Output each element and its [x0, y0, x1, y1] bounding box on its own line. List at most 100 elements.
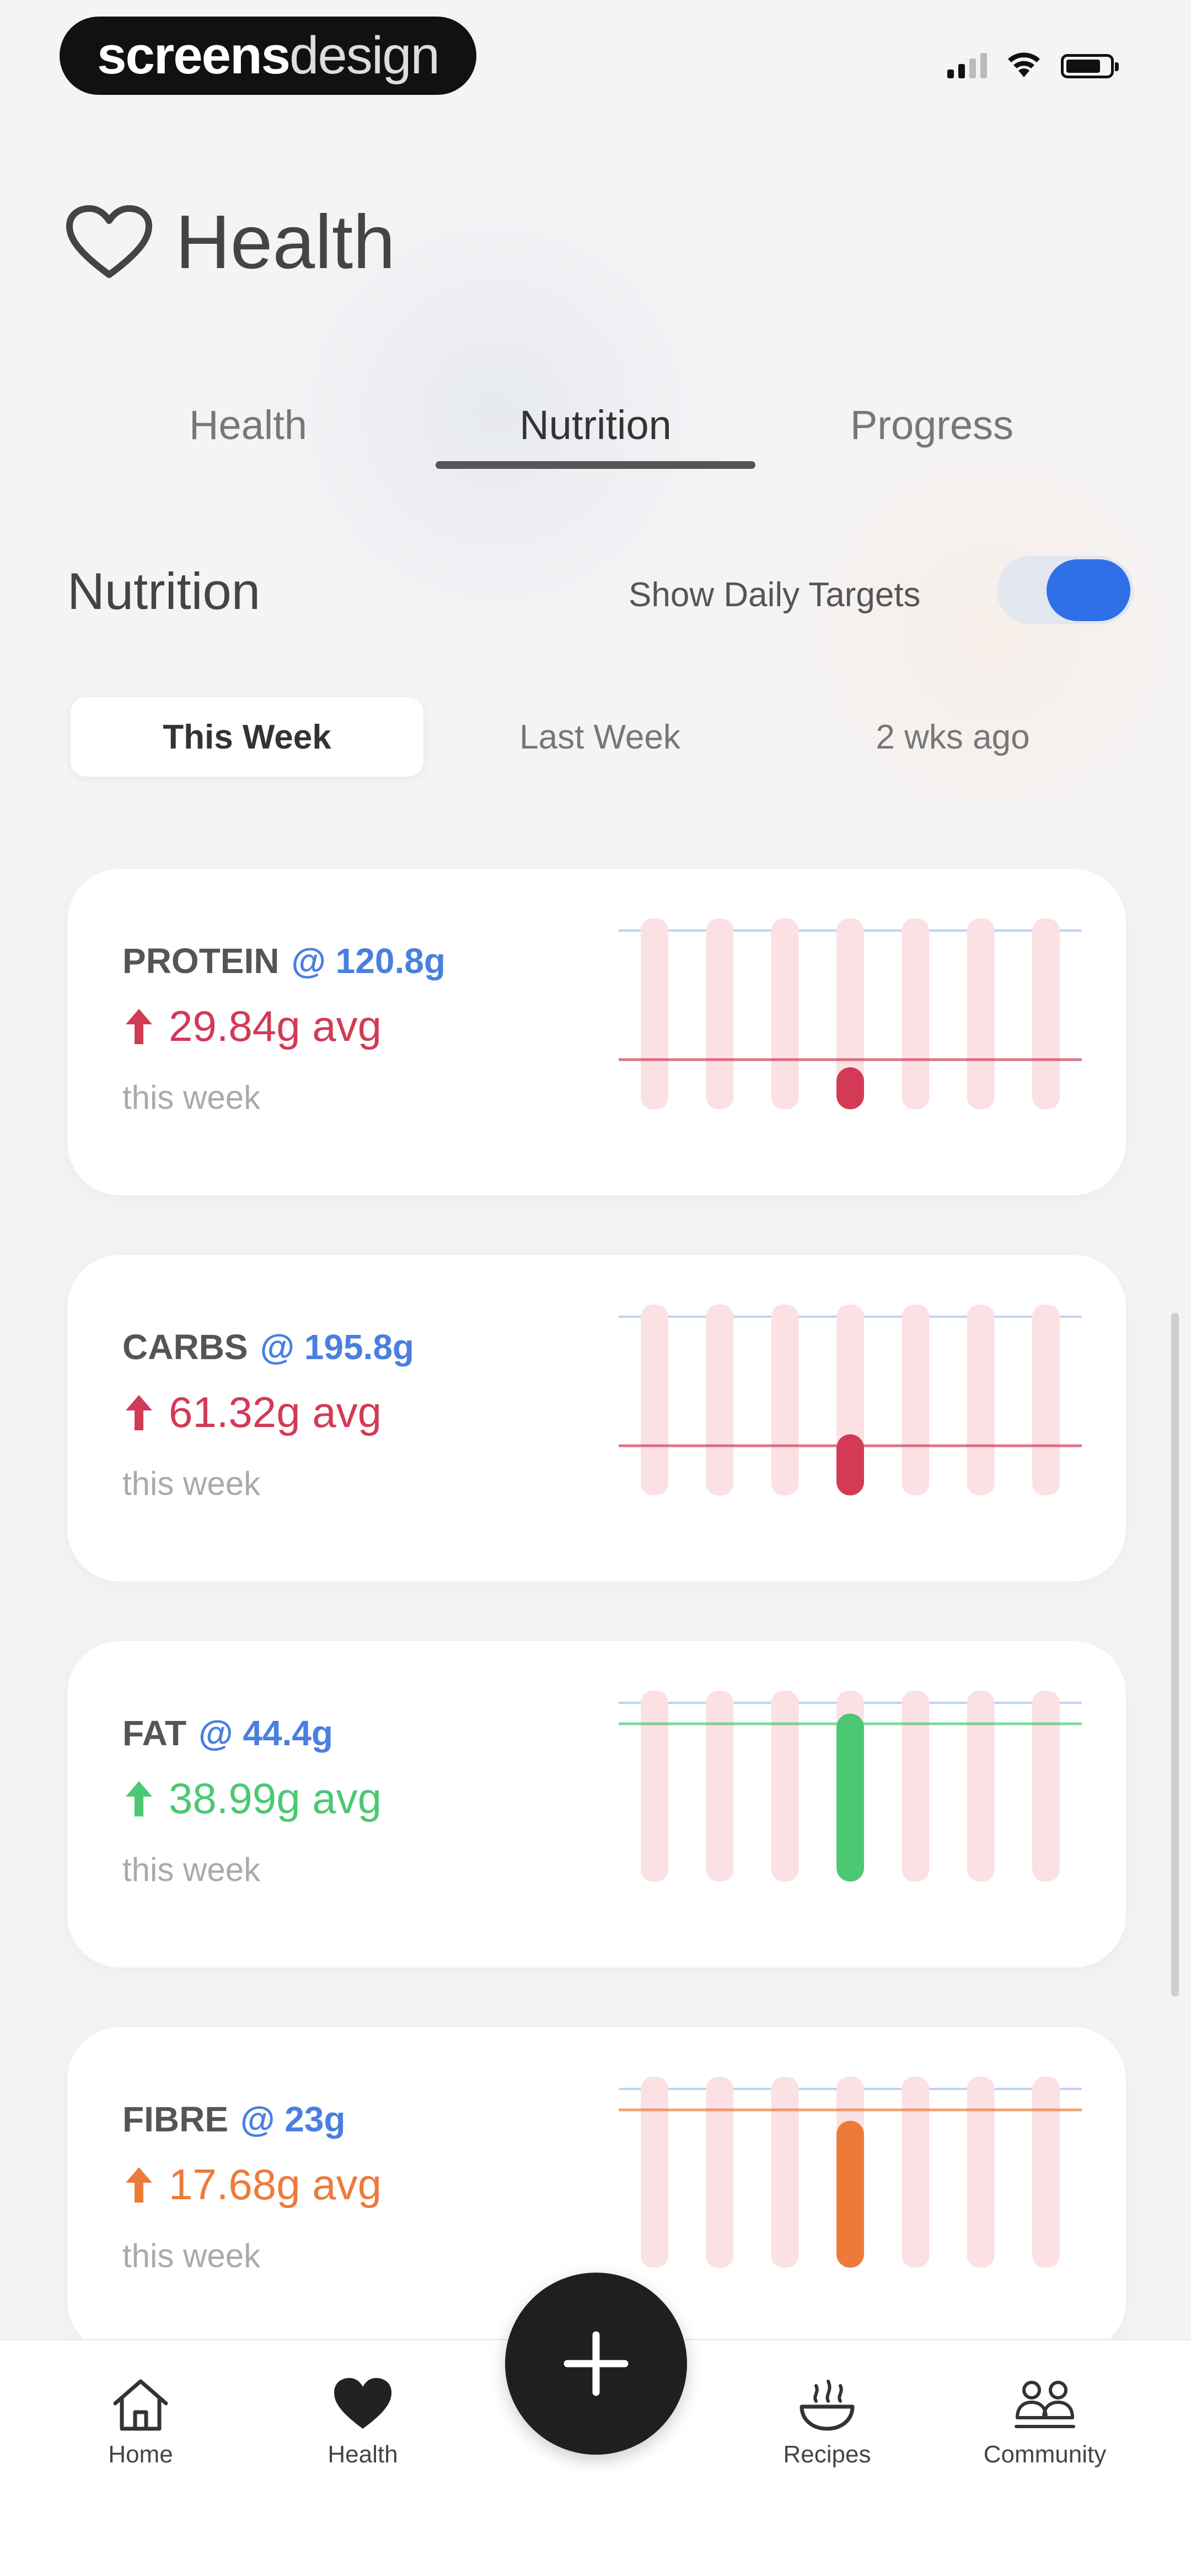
day-bar: [836, 1434, 864, 1495]
period-last-week[interactable]: Last Week: [423, 697, 776, 777]
status-icons: [947, 51, 1119, 78]
brand-badge: screens design: [60, 17, 476, 95]
weekly-mini-chart: [619, 1691, 1082, 1882]
day-track: [641, 1691, 668, 1882]
daily-targets-toggle[interactable]: [997, 556, 1134, 624]
nutrient-average: 61.32g avg: [122, 1387, 382, 1437]
day-track: [967, 1691, 995, 1882]
nav-recipes[interactable]: Recipes: [744, 2374, 910, 2484]
tab-nutrition[interactable]: Nutrition: [436, 381, 755, 469]
nutrient-period: this week: [122, 1079, 261, 1116]
nutrient-name: FAT @ 44.4g: [122, 1713, 333, 1754]
period-selector: This Week Last Week 2 wks ago: [65, 690, 1129, 784]
day-track: [771, 1305, 799, 1495]
nutrient-card-protein[interactable]: PROTEIN @ 120.8g 29.84g avg this week: [67, 869, 1126, 1195]
active-tab-indicator: [436, 461, 755, 469]
day-track: [1032, 1691, 1060, 1882]
nutrient-target: @ 23g: [240, 2099, 346, 2139]
arrow-up-icon: [126, 1394, 152, 1430]
nav-home[interactable]: Home: [58, 2374, 223, 2484]
day-track: [641, 918, 668, 1109]
add-button[interactable]: [505, 2273, 687, 2455]
heart-filled-icon: [334, 2378, 391, 2429]
arrow-up-icon: [126, 1781, 152, 1816]
nutrient-name: CARBS @ 195.8g: [122, 1327, 414, 1367]
section-title: Nutrition: [67, 562, 261, 620]
page-title: Health: [175, 200, 395, 285]
nutrient-avg-value: 38.99g avg: [169, 1774, 382, 1823]
nutrient-name: FIBRE @ 23g: [122, 2099, 345, 2140]
page-header: Health: [65, 199, 395, 286]
day-track: [902, 2077, 930, 2268]
brand-light-text: design: [289, 26, 440, 85]
tab-bar: Health Nutrition Progress: [110, 381, 1081, 480]
day-track: [902, 918, 930, 1109]
daily-targets-label: Show Daily Targets: [629, 576, 921, 614]
nutrient-average: 17.68g avg: [122, 2160, 382, 2210]
day-track: [902, 1305, 930, 1495]
day-bar: [836, 1713, 864, 1882]
day-bar: [836, 1067, 864, 1109]
day-track: [641, 2077, 668, 2268]
day-track: [967, 918, 995, 1109]
heart-outline-icon: [66, 205, 152, 278]
toggle-knob: [1047, 559, 1130, 621]
day-track: [1032, 2077, 1060, 2268]
nav-recipes-label: Recipes: [783, 2441, 871, 2468]
nutrient-name: PROTEIN @ 120.8g: [122, 940, 446, 981]
nav-home-label: Home: [108, 2441, 173, 2468]
nutrient-period: this week: [122, 2237, 261, 2274]
nutrient-avg-value: 61.32g avg: [169, 1388, 382, 1436]
nav-community[interactable]: Community: [962, 2374, 1128, 2484]
recipes-bowl-icon: [800, 2380, 855, 2431]
day-track: [706, 1305, 734, 1495]
plus-icon: [564, 2331, 629, 2396]
nutrient-label: FIBRE: [122, 2099, 228, 2139]
tab-health[interactable]: Health: [154, 381, 342, 469]
day-bar: [836, 2120, 864, 2268]
day-track: [902, 1691, 930, 1882]
home-icon: [113, 2379, 168, 2431]
tab-progress[interactable]: Progress: [822, 381, 1042, 469]
day-track: [771, 918, 799, 1109]
nutrient-label: CARBS: [122, 1327, 248, 1367]
arrow-up-icon: [126, 1008, 152, 1044]
weekly-mini-chart: [619, 1305, 1082, 1495]
nutrient-label: FAT: [122, 1713, 187, 1753]
nav-community-label: Community: [983, 2441, 1107, 2468]
day-track: [706, 918, 734, 1109]
nutrient-period: this week: [122, 1851, 261, 1888]
day-track: [641, 1305, 668, 1495]
day-track: [771, 2077, 799, 2268]
period-2-wks-ago[interactable]: 2 wks ago: [776, 697, 1129, 777]
day-track: [771, 1691, 799, 1882]
nutrient-avg-value: 29.84g avg: [169, 1002, 382, 1050]
weekly-mini-chart: [619, 918, 1082, 1109]
day-track: [1032, 1305, 1060, 1495]
scrollbar[interactable]: [1171, 1313, 1179, 1997]
nutrient-card-fat[interactable]: FAT @ 44.4g 38.99g avg this week: [67, 1641, 1126, 1968]
nav-health-label: Health: [328, 2441, 398, 2468]
arrow-up-icon: [126, 2167, 152, 2203]
nutrient-avg-value: 17.68g avg: [169, 2160, 382, 2209]
nutrient-card-carbs[interactable]: CARBS @ 195.8g 61.32g avg this week: [67, 1255, 1126, 1581]
nutrient-average: 29.84g avg: [122, 1001, 382, 1051]
day-track: [706, 1691, 734, 1882]
community-people-icon: [1015, 2381, 1075, 2428]
wifi-icon: [1008, 52, 1040, 77]
nutrient-target: @ 120.8g: [291, 941, 446, 981]
day-track: [1032, 918, 1060, 1109]
day-track: [967, 2077, 995, 2268]
day-track: [706, 2077, 734, 2268]
cellular-signal-icon: [947, 51, 987, 78]
nutrient-target: @ 195.8g: [260, 1327, 414, 1367]
brand-bold-text: screens: [97, 26, 291, 85]
nav-health[interactable]: Health: [280, 2374, 446, 2484]
battery-icon: [1061, 54, 1119, 78]
nutrient-average: 38.99g avg: [122, 1773, 382, 1824]
weekly-mini-chart: [619, 2077, 1082, 2268]
nutrient-period: this week: [122, 1465, 261, 1502]
period-this-week[interactable]: This Week: [71, 697, 423, 777]
day-track: [967, 1305, 995, 1495]
nutrient-target: @ 44.4g: [198, 1713, 333, 1753]
